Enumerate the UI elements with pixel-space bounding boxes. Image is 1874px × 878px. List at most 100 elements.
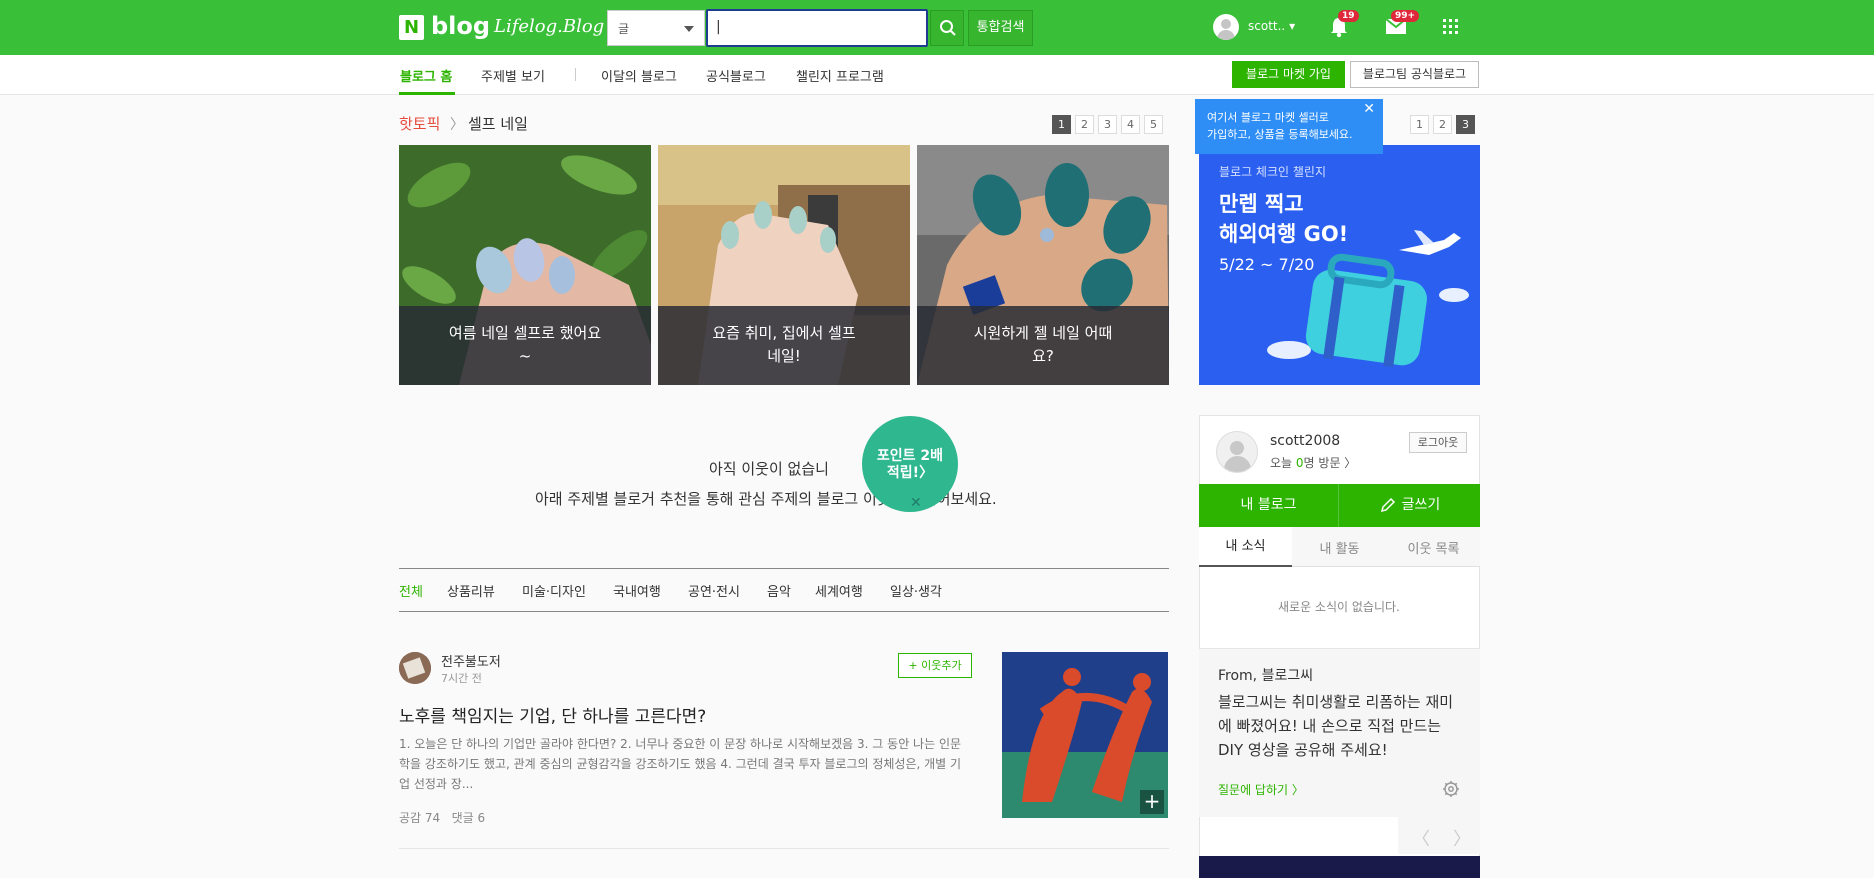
search-scope-value: 글 (618, 22, 630, 36)
post-thumbnail[interactable]: + (1002, 652, 1168, 818)
chevron-down-icon (684, 26, 694, 32)
page-button[interactable]: 5 (1144, 115, 1163, 134)
search-icon (940, 20, 956, 36)
post-title[interactable]: 노후를 책임지는 기업, 단 하나를 고른다면? (399, 702, 706, 727)
tab-my-activity[interactable]: 내 활동 (1293, 538, 1386, 557)
chevron-left-icon[interactable]: 〈 (1412, 825, 1430, 851)
caption-line: 여름 네일 셀프로 했어요 (448, 324, 602, 342)
plus-icon[interactable]: + (1140, 790, 1164, 814)
no-news-message: 새로운 소식이 없습니다. (1278, 600, 1400, 614)
page-button[interactable]: 3 (1098, 115, 1117, 134)
close-icon[interactable]: ✕ (910, 495, 922, 511)
caption-line: 네일! (767, 347, 801, 365)
caption-line: 요즘 취미, 집에서 셀프 (712, 324, 856, 342)
tab-all[interactable]: 전체 (399, 581, 423, 600)
user-menu[interactable]: scott.. ▾ (1248, 19, 1295, 33)
category-tabs: 전체 상품리뷰 미술·디자인 국내여행 공연·전시 음악 세계여행 일상·생각 (399, 568, 1169, 612)
card-caption: 시원하게 젤 네일 어때요? (917, 306, 1169, 385)
blog-logo[interactable]: blog (431, 12, 490, 40)
tab-neighbor-list[interactable]: 이웃 목록 (1387, 538, 1480, 557)
avatar[interactable] (1216, 431, 1258, 473)
logout-button[interactable]: 로그아웃 (1409, 432, 1467, 453)
nav-blog-home[interactable]: 블로그 홈 (400, 66, 452, 85)
hot-topic-card[interactable]: 요즘 취미, 집에서 셀프네일! (658, 145, 910, 385)
page-button[interactable]: 3 (1456, 115, 1475, 134)
avatar-image (399, 652, 431, 684)
sidebar-username[interactable]: scott2008 (1270, 433, 1340, 449)
visit-suffix: 명 방문 〉 (1303, 456, 1357, 470)
app-grid-icon[interactable] (1443, 19, 1459, 35)
nav-blog-of-month[interactable]: 이달의 블로그 (601, 66, 677, 85)
sidebar-pager: 〈 〉 (1398, 817, 1480, 854)
lifelog-logo[interactable]: Lifelog.Blog (494, 16, 604, 37)
caption-line: 요? (1032, 347, 1054, 365)
point-badge-line: 적립!〉 (886, 465, 934, 481)
chevron-right-icon: 〉 (450, 117, 464, 133)
my-blog-bar: 내 블로그 글쓰기 (1199, 484, 1480, 527)
add-neighbor-button[interactable]: + 이웃추가 (898, 653, 972, 678)
from-blog-ssi-title: From, 블로그씨 (1218, 668, 1314, 684)
search-scope-select[interactable]: 글 (607, 10, 705, 46)
post-meta: 공감 74 댓글 6 (399, 809, 485, 826)
blog-ssi-question: 블로그씨는 취미생활로 리폼하는 재미에 빠졌어요! 내 손으로 직접 만드는 … (1218, 693, 1454, 759)
nav-divider (575, 68, 576, 81)
write-label: 글쓰기 (1401, 497, 1441, 513)
sidebar-ad-strip[interactable] (1199, 856, 1480, 878)
active-tab-underline (399, 92, 455, 95)
promo-banner[interactable]: 블로그 체크인 챌린지 만렙 찍고 해외여행 GO! 5/22 ~ 7/20 (1199, 145, 1480, 385)
tab-world-travel[interactable]: 세계여행 (815, 581, 863, 600)
tab-my-news[interactable]: 내 소식 (1199, 527, 1292, 567)
tab-daily-thoughts[interactable]: 일상·생각 (890, 581, 942, 600)
card-caption: 여름 네일 셀프로 했어요 ~ (399, 306, 651, 385)
point-badge-line: 포인트 2배 (876, 448, 944, 464)
chevron-right-icon[interactable]: 〉 (1453, 825, 1471, 851)
avatar[interactable] (1213, 14, 1239, 40)
search-input[interactable]: | (706, 9, 928, 47)
caption-line: ~ (518, 347, 532, 365)
gear-icon[interactable] (1442, 780, 1460, 802)
tab-performance[interactable]: 공연·전시 (688, 581, 740, 600)
post-author-avatar[interactable] (399, 652, 431, 684)
tooltip-line: 여기서 블로그 마켓 셀러로 (1207, 111, 1329, 124)
feed-divider (399, 848, 1169, 849)
sidebar-tabs: 내 소식 내 활동 이웃 목록 (1199, 527, 1480, 567)
page-button[interactable]: 2 (1075, 115, 1094, 134)
card-caption: 요즘 취미, 집에서 셀프네일! (658, 306, 910, 385)
page-button[interactable]: 4 (1121, 115, 1140, 134)
total-search-button[interactable]: 통합검색 (968, 10, 1033, 46)
chevron-down-icon: ▾ (1289, 19, 1296, 33)
post-excerpt[interactable]: 1. 오늘은 단 하나의 기업만 골라야 한다면? 2. 너무나 중요한 이 문… (399, 734, 969, 794)
page-button[interactable]: 1 (1052, 115, 1071, 134)
official-blog-button[interactable]: 블로그팀 공식블로그 (1350, 61, 1479, 88)
today-visits[interactable]: 오늘 0명 방문 〉 (1270, 454, 1356, 471)
caption-line: 시원하게 젤 네일 어때 (973, 324, 1113, 342)
nav-official-blogs[interactable]: 공식블로그 (706, 66, 766, 85)
visit-count: 0 (1295, 456, 1304, 470)
hot-topic-subject[interactable]: 셀프 네일 (468, 113, 528, 134)
naver-logo[interactable]: N (399, 15, 424, 40)
my-blog-button[interactable]: 내 블로그 (1199, 484, 1339, 527)
empty-neighbors-line1: 아직 이웃이 없습니 (709, 460, 829, 478)
close-icon[interactable]: ✕ (1363, 101, 1375, 118)
nav-by-topic[interactable]: 주제별 보기 (481, 66, 545, 85)
post-author-name[interactable]: 전주불도저 (441, 651, 501, 670)
hot-topic-card[interactable]: 시원하게 젤 네일 어때요? (917, 145, 1169, 385)
page-button[interactable]: 2 (1433, 115, 1452, 134)
answer-question-link[interactable]: 질문에 답하기 〉 (1218, 781, 1304, 798)
tab-art-design[interactable]: 미술·디자인 (522, 581, 586, 600)
pencil-icon (1380, 497, 1395, 513)
like-count[interactable]: 공감 74 (399, 811, 440, 825)
comment-count[interactable]: 댓글 6 (452, 811, 486, 825)
tooltip-line: 가입하고, 상품을 등록해보세요. (1207, 128, 1353, 141)
nav-challenge-program[interactable]: 챌린지 프로그램 (796, 66, 884, 85)
tab-music[interactable]: 음악 (767, 581, 791, 600)
tab-product-review[interactable]: 상품리뷰 (447, 581, 495, 600)
blog-market-join-button[interactable]: 블로그 마켓 가입 (1232, 61, 1345, 88)
search-button[interactable] (930, 10, 964, 46)
tab-domestic-travel[interactable]: 국내여행 (613, 581, 661, 600)
write-button[interactable]: 글쓰기 (1340, 484, 1480, 527)
hot-topic-label[interactable]: 핫토픽 (399, 113, 440, 134)
username-label: scott.. (1248, 19, 1286, 33)
hot-topic-card[interactable]: 여름 네일 셀프로 했어요 ~ (399, 145, 651, 385)
page-button[interactable]: 1 (1410, 115, 1429, 134)
